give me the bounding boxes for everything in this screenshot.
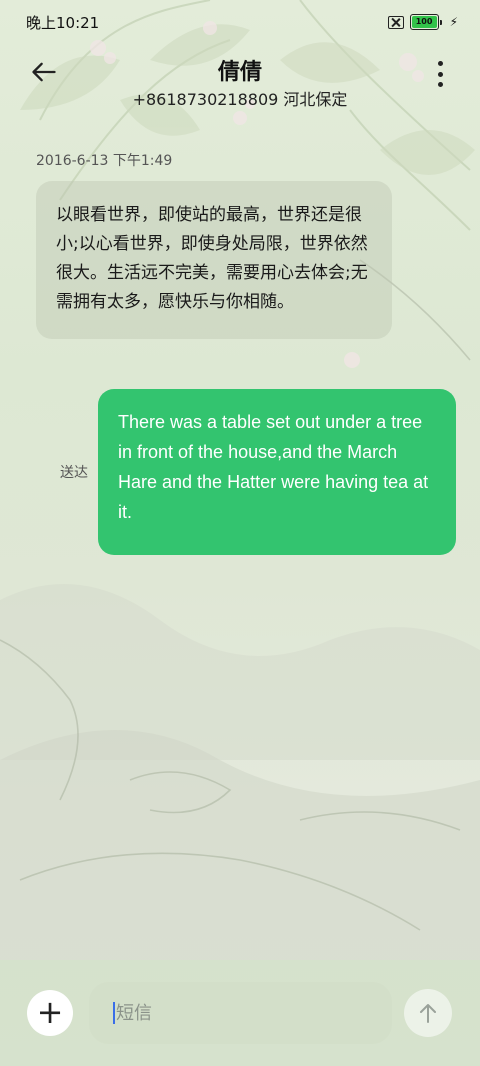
charging-bolt-icon: ⚡ [449,15,458,29]
message-input[interactable] [116,1002,366,1024]
status-bar: 晚上10:21 100 ⚡ [0,0,480,44]
contact-number-location: +8618730218809 河北保定 [132,90,348,109]
sim-off-icon [387,15,404,29]
add-attachment-button[interactable]: + [27,990,73,1036]
contact-name: 倩倩 [217,60,262,85]
incoming-message-text: 以眼看世界，即使站的最高，世界还是很小;以心看世界，即使身处局限，世界依然很大。… [56,205,368,312]
send-arrow-up-icon [420,1004,436,1023]
incoming-message-bubble[interactable]: 以眼看世界，即使站的最高，世界还是很小;以心看世界，即使身处局限，世界依然很大。… [36,181,392,339]
battery-icon: 100 [409,14,442,30]
more-options-button[interactable] [430,58,450,90]
status-icons: 100 ⚡ [387,14,458,30]
plus-icon: + [36,992,64,1031]
message-input-container[interactable] [89,982,392,1044]
outgoing-message-text: There was a table set out under a tree i… [118,412,429,522]
send-button[interactable] [404,989,452,1037]
more-vertical-icon [437,61,443,66]
outgoing-message-bubble[interactable]: There was a table set out under a tree i… [98,389,456,555]
conversation-header: 倩倩 +8618730218809 河北保定 [0,44,480,114]
compose-bar: + [0,960,480,1066]
status-time: 晚上10:21 [26,14,100,32]
text-cursor [113,1002,115,1024]
delivery-status: 送达 [60,465,88,481]
message-timestamp: 2016-6-13 下午1:49 [36,153,173,169]
battery-level: 100 [411,16,437,28]
